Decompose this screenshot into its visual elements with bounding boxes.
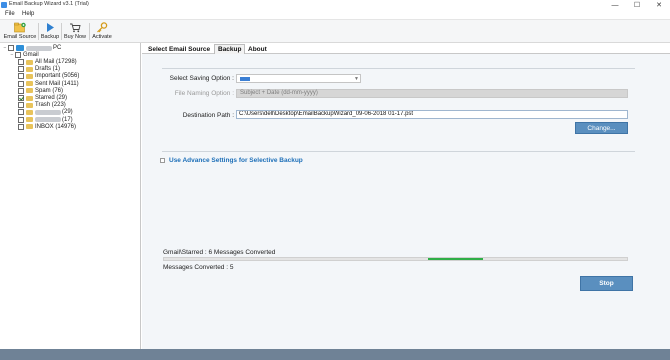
destination-path-label: Destination Path : [182,112,234,119]
divider [162,68,635,69]
advance-settings-option[interactable]: Use Advance Settings for Selective Backu… [160,157,303,164]
activate-label: Activate [92,34,112,40]
toolbar-divider [89,23,90,40]
folder-icon [26,109,33,115]
progress-fill [427,258,484,260]
tree-folder-item[interactable]: INBOX (14976) [18,123,76,131]
folder-icon [26,88,33,94]
email-source-button[interactable]: Email Source [4,21,36,42]
folder-checkbox[interactable] [18,95,24,101]
folder-label: Sent Mail (1411) [35,80,79,87]
buy-now-label: Buy Now [63,34,86,40]
menu-file[interactable]: File [5,11,15,17]
activate-button[interactable]: Activate [91,21,113,42]
minimize-button[interactable]: — [604,0,626,10]
email-source-label: Email Source [3,34,37,40]
folder-checkbox[interactable] [18,87,24,94]
folder-label: (29) [62,109,73,116]
masked-text [26,45,52,51]
window-controls: — ☐ ✕ [604,0,670,10]
advance-settings-label: Use Advance Settings for Selective Backu… [169,157,303,164]
folder-checkbox[interactable] [18,80,24,87]
messages-converted-count: Messages Converted : 5 [163,264,234,271]
cart-icon [69,21,81,33]
tab-select-email-source[interactable]: Select Email Source [144,44,214,54]
folder-label: (17) [62,116,73,123]
folder-label: Starred (29) [35,95,68,101]
folder-icon [26,95,33,101]
file-naming-label: File Naming Option : [174,90,234,97]
close-button[interactable]: ✕ [648,0,670,10]
buy-now-button[interactable]: Buy Now [63,21,87,42]
divider [162,151,635,152]
conversion-progress-bar [163,257,628,261]
menu-help[interactable]: Help [22,11,34,17]
current-folder-status: Gmail\Starred : 6 Messages Converted [163,249,276,256]
title-bar: Email Backup Wizard v3.1 (Trial) — ☐ ✕ [0,0,670,10]
folder-checkbox[interactable] [18,102,24,109]
toolbar-divider [61,23,62,40]
toolbar-divider [38,23,39,40]
folder-checkbox[interactable] [18,66,24,73]
format-icon [240,77,250,81]
play-icon [45,21,55,33]
folder-checkbox[interactable] [18,59,24,65]
menu-bar: File Help [0,10,670,20]
folder-label: INBOX (14976) [35,123,77,130]
file-naming-select: Subject + Date (dd-mm-yyyy) [236,89,628,98]
tab-about[interactable]: About [244,44,271,54]
tree-root-label: PC [53,45,62,51]
tab-strip: Select Email Source Backup About [142,43,670,54]
folder-icon [26,102,33,108]
backup-label: Backup [40,34,60,40]
key-icon [96,21,108,33]
app-icon [1,2,7,8]
folder-label: Trash (223) [35,102,66,109]
masked-text [35,109,61,115]
backup-panel: Select Saving Option : ▼ File Naming Opt… [142,54,670,349]
folder-label: Drafts (1) [35,66,61,73]
advance-settings-checkbox[interactable] [160,158,165,163]
folder-checkbox[interactable] [18,109,24,116]
destination-path-input[interactable]: C:\Users\dell\Desktop\EmailBackupWizard_… [236,110,628,119]
folder-label: All Mail (17298) [35,59,77,65]
folder-icon [26,66,33,72]
window-title: Email Backup Wizard v3.1 (Trial) [9,1,89,7]
folder-label: Spam (76) [35,87,64,94]
change-button[interactable]: Change... [575,122,628,134]
tab-backup[interactable]: Backup [214,44,246,54]
folder-tree-pane: − PC − Gmail All Mail (17298) Drafts (1) I… [0,43,141,349]
backup-button[interactable]: Backup [40,21,60,42]
toolbar: Email Source Backup Buy Now Activate [0,20,670,43]
folder-icon [26,81,33,87]
email-source-icon [14,21,26,33]
status-bar [0,349,670,360]
folder-checkbox[interactable] [18,123,24,130]
chevron-down-icon[interactable]: ▼ [354,76,359,82]
folder-icon [26,117,33,123]
masked-text [35,117,61,123]
saving-option-select[interactable]: ▼ [236,74,361,83]
folder-icon [26,59,33,65]
maximize-button[interactable]: ☐ [626,0,648,10]
saving-option-label: Select Saving Option : [169,75,234,82]
folder-label: Important (5056) [35,73,80,80]
stop-button[interactable]: Stop [580,276,633,291]
folder-icon [26,124,33,130]
folder-icon [26,73,33,79]
folder-checkbox[interactable] [18,73,24,80]
folder-checkbox[interactable] [18,116,24,123]
